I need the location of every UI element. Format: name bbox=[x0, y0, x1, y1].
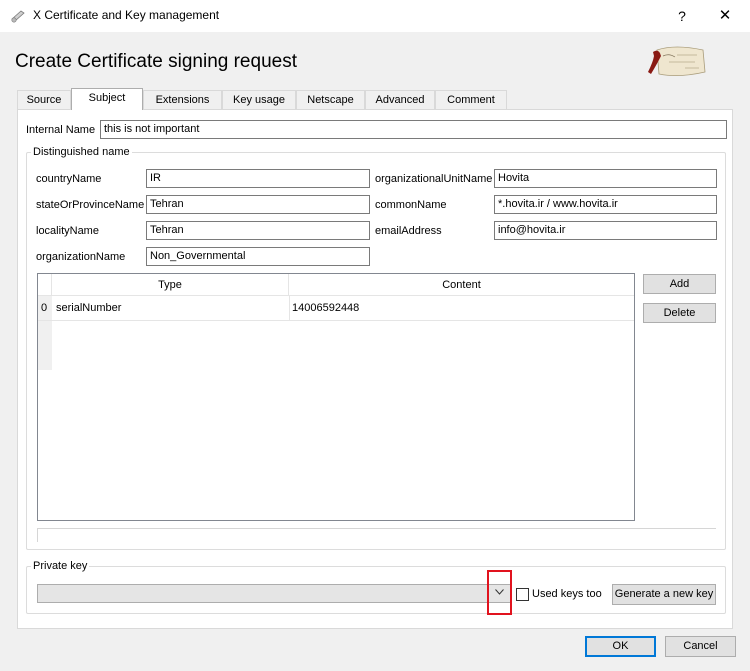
close-button[interactable]: ✕ bbox=[712, 6, 738, 26]
certificate-scroll-icon bbox=[11, 10, 25, 23]
generate-new-key-button[interactable]: Generate a new key bbox=[612, 584, 716, 605]
table-row[interactable]: 0 serialNumber 14006592448 bbox=[38, 296, 634, 321]
extra-entries-table[interactable]: Type Content 0 serialNumber 14006592448 bbox=[37, 273, 635, 521]
ok-button[interactable]: OK bbox=[585, 636, 656, 657]
common-name-label: commonName bbox=[375, 199, 447, 211]
internal-name-label: Internal Name bbox=[26, 124, 96, 136]
table-corner bbox=[38, 274, 52, 296]
org-unit-name-label: organizationalUnitName bbox=[375, 173, 493, 185]
tab-netscape[interactable]: Netscape bbox=[296, 90, 365, 109]
used-keys-checkbox[interactable] bbox=[516, 588, 529, 601]
row-index: 0 bbox=[41, 302, 48, 314]
cell-divider bbox=[289, 296, 290, 320]
delete-button[interactable]: Delete bbox=[643, 303, 716, 323]
tab-extensions[interactable]: Extensions bbox=[143, 90, 222, 109]
private-key-combobox[interactable] bbox=[37, 584, 512, 603]
parchment-scroll-logo bbox=[648, 46, 706, 76]
tab-subject[interactable]: Subject bbox=[71, 88, 143, 110]
country-name-label: countryName bbox=[36, 173, 102, 185]
country-name-field[interactable]: IR bbox=[146, 169, 370, 188]
common-name-field[interactable]: *.hovita.ir / www.hovita.ir bbox=[494, 195, 717, 214]
distinguished-name-title: Distinguished name bbox=[31, 146, 132, 158]
email-address-label: emailAddress bbox=[375, 225, 442, 237]
column-header-type[interactable]: Type bbox=[52, 274, 289, 296]
chevron-down-icon[interactable] bbox=[495, 589, 504, 595]
window-title: X Certificate and Key management bbox=[33, 8, 220, 22]
horizontal-scrollbar[interactable] bbox=[37, 528, 716, 542]
internal-name-field[interactable]: this is not important bbox=[100, 120, 727, 139]
page-title: Create Certificate signing request bbox=[15, 51, 297, 72]
tab-comment[interactable]: Comment bbox=[435, 90, 507, 109]
tab-source[interactable]: Source bbox=[17, 90, 71, 109]
tab-advanced[interactable]: Advanced bbox=[365, 90, 435, 109]
email-address-field[interactable]: info@hovita.ir bbox=[494, 221, 717, 240]
private-key-title: Private key bbox=[31, 560, 90, 572]
window-titlebar: X Certificate and Key management ? ✕ bbox=[0, 0, 750, 32]
cell-type[interactable]: serialNumber bbox=[56, 302, 121, 314]
state-field[interactable]: Tehran bbox=[146, 195, 370, 214]
tab-key-usage[interactable]: Key usage bbox=[222, 90, 296, 109]
used-keys-label[interactable]: Used keys too bbox=[532, 588, 602, 600]
state-label: stateOrProvinceName bbox=[36, 199, 145, 211]
add-button[interactable]: Add bbox=[643, 274, 716, 294]
organization-name-label: organizationName bbox=[36, 251, 126, 263]
org-unit-name-field[interactable]: Hovita bbox=[494, 169, 717, 188]
cell-content[interactable]: 14006592448 bbox=[292, 302, 359, 314]
locality-label: localityName bbox=[36, 225, 99, 237]
column-header-content[interactable]: Content bbox=[289, 274, 634, 296]
locality-field[interactable]: Tehran bbox=[146, 221, 370, 240]
cancel-button[interactable]: Cancel bbox=[665, 636, 736, 657]
organization-name-field[interactable]: Non_Governmental bbox=[146, 247, 370, 266]
help-button[interactable]: ? bbox=[670, 6, 694, 26]
